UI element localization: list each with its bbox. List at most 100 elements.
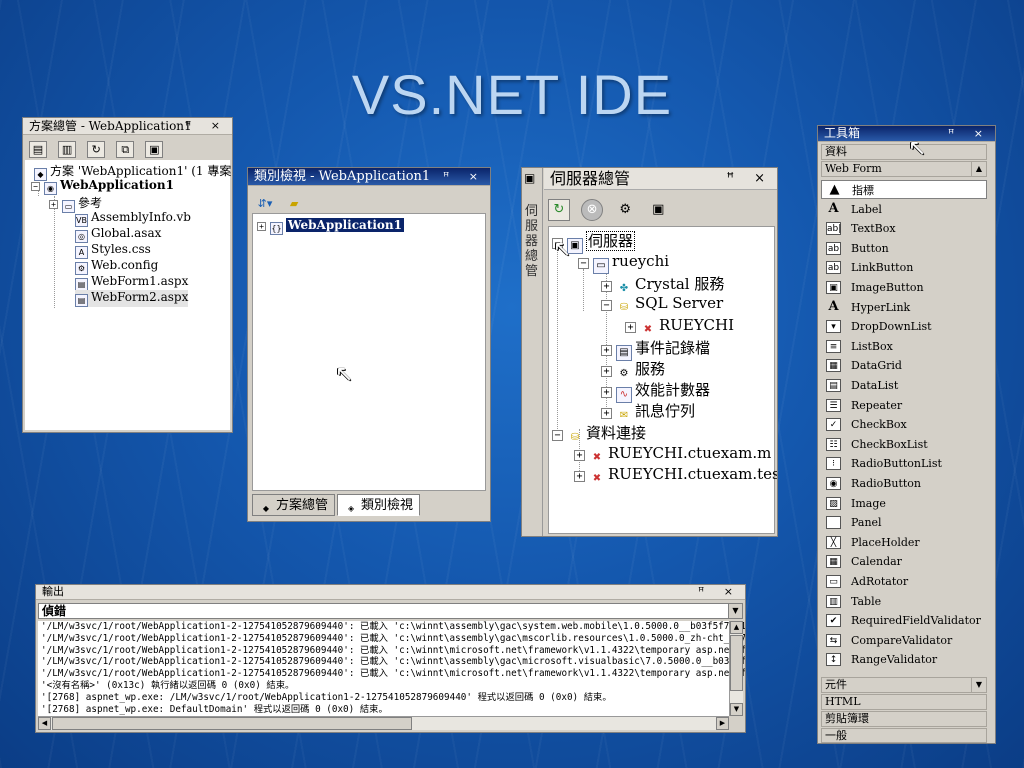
- tree-item-computer[interactable]: − ▭ rueychi: [578, 252, 669, 274]
- scroll-up-icon[interactable]: ▲: [971, 162, 986, 176]
- tree-item-db-connection[interactable]: + ✖ RUEYCHI.ctuexam.tes: [574, 465, 777, 488]
- toolbox-item[interactable]: ▲ 指標: [821, 180, 987, 199]
- server-explorer-side-tab[interactable]: ▣ 伺服器總管: [522, 168, 543, 536]
- expand-icon[interactable]: +: [574, 450, 585, 461]
- collapse-icon[interactable]: −: [31, 182, 40, 191]
- pin-close-controls[interactable]: ꟸ ×: [726, 168, 773, 190]
- tree-item-sql-server[interactable]: − ⛁ SQL Server: [601, 294, 723, 317]
- copy-project-icon[interactable]: ⧉: [116, 141, 135, 158]
- scroll-thumb[interactable]: [730, 635, 743, 691]
- tree-item-project[interactable]: +{} WebApplication1: [257, 218, 404, 235]
- toolbox-item[interactable]: ▨ Image: [821, 494, 987, 513]
- toolbox-item[interactable]: ▦ Calendar: [821, 552, 987, 571]
- expand-icon[interactable]: +: [574, 471, 585, 482]
- pin-close-controls[interactable]: ꟸ ×: [185, 118, 228, 134]
- scroll-down-icon[interactable]: ▼: [730, 703, 743, 716]
- expand-icon[interactable]: +: [625, 322, 636, 333]
- toolbox-item[interactable]: ☷ CheckBoxList: [821, 435, 987, 454]
- toolbox-item[interactable]: A Label: [821, 200, 987, 219]
- toolbox-item[interactable]: ▣ ImageButton: [821, 278, 987, 297]
- class-view-tabs: ◆ 方案總管 ◈ 類別檢視: [252, 494, 422, 518]
- compare-validator-icon: ⇆: [826, 633, 841, 647]
- pin-close-controls[interactable]: ꟸ ×: [443, 168, 486, 185]
- toolbox-item[interactable]: ⇆ CompareValidator: [821, 631, 987, 650]
- collapse-icon[interactable]: −: [578, 258, 589, 269]
- toolbox-item-label: TextBox: [851, 222, 896, 236]
- toolbox-item-label: RadioButtonList: [851, 457, 942, 471]
- toolbox-item[interactable]: ◉ RadioButton: [821, 474, 987, 493]
- tree-item-file[interactable]: A Styles.css: [75, 242, 151, 259]
- expand-icon[interactable]: +: [257, 222, 266, 231]
- mouse-cursor-icon: ↖: [335, 362, 354, 387]
- collapse-icon[interactable]: −: [601, 300, 612, 311]
- toolbox-item[interactable]: ab Button: [821, 239, 987, 258]
- toolbox-tab-web-form[interactable]: Web Form ▲: [821, 161, 987, 177]
- output-source-dropdown[interactable]: 偵錯 ▼: [38, 603, 743, 619]
- toolbox-tab-data[interactable]: 資料: [821, 144, 987, 160]
- toolbox-item[interactable]: ≡ ListBox: [821, 337, 987, 356]
- show-all-files-icon[interactable]: ▥: [58, 141, 77, 158]
- vertical-scrollbar[interactable]: ▲ ▼: [729, 621, 743, 716]
- toolbox-item[interactable]: ✔ RequiredFieldValidator: [821, 611, 987, 630]
- scroll-thumb[interactable]: [52, 717, 412, 730]
- stop-icon[interactable]: ⊗: [581, 199, 604, 221]
- refresh-icon[interactable]: ↻: [87, 141, 106, 158]
- solution-explorer-titlebar[interactable]: 方案總管 - WebApplication1 ꟸ ×: [23, 118, 232, 135]
- toolbox-item[interactable]: ✓ CheckBox: [821, 415, 987, 434]
- tree-item-project[interactable]: − ◉ WebApplication1: [31, 178, 174, 195]
- pin-close-controls[interactable]: ꟸ ×: [948, 126, 991, 141]
- toolbox-item[interactable]: ▥ Table: [821, 592, 987, 611]
- connect-server-icon[interactable]: ▣: [647, 200, 669, 222]
- connect-database-icon[interactable]: ⚙: [614, 200, 636, 222]
- expand-icon[interactable]: +: [601, 387, 612, 398]
- tree-item-file[interactable]: ▤ WebForm1.aspx: [75, 274, 188, 291]
- toolbox-item[interactable]: ▤ DataList: [821, 376, 987, 395]
- scroll-left-icon[interactable]: ◀: [38, 717, 51, 730]
- output-titlebar[interactable]: 輸出 ꟸ ×: [36, 585, 745, 600]
- refresh-icon[interactable]: ↻: [548, 199, 570, 221]
- collapse-icon[interactable]: −: [552, 430, 563, 441]
- toolbox-item[interactable]: ↕ RangeValidator: [821, 650, 987, 669]
- pin-close-controls[interactable]: ꟸ ×: [698, 585, 741, 599]
- tree-item-file[interactable]: ⚙ Web.config: [75, 258, 158, 275]
- tree-item-file[interactable]: VB AssemblyInfo.vb: [75, 210, 191, 227]
- chevron-down-icon[interactable]: ▼: [728, 604, 742, 618]
- expand-icon[interactable]: +: [49, 200, 58, 209]
- toolbox-item[interactable]: ab LinkButton: [821, 258, 987, 277]
- expand-icon[interactable]: +: [601, 408, 612, 419]
- server-explorer-titlebar[interactable]: 伺服器總管 ꟸ ×: [544, 168, 777, 190]
- expand-icon[interactable]: +: [601, 345, 612, 356]
- toolbox-item[interactable]: Panel: [821, 513, 987, 532]
- toolbox-tab-general[interactable]: 一般: [821, 728, 987, 743]
- expand-icon[interactable]: +: [601, 366, 612, 377]
- view-designer-icon[interactable]: ▣: [145, 141, 164, 158]
- tree-item-db-connection[interactable]: + ✖ RUEYCHI.ctuexam.m: [574, 444, 771, 467]
- toolbox-item[interactable]: ▾ DropDownList: [821, 317, 987, 336]
- tree-item-file-selected[interactable]: ▤ WebForm2.aspx: [75, 290, 189, 307]
- tab-class-view[interactable]: ◈ 類別檢視: [337, 494, 421, 516]
- expand-icon[interactable]: +: [601, 281, 612, 292]
- toolbox-item[interactable]: ▭ AdRotator: [821, 572, 987, 591]
- tree-item-sql-instance[interactable]: + ✖ RUEYCHI: [625, 316, 734, 339]
- tab-solution-explorer[interactable]: ◆ 方案總管: [252, 494, 336, 516]
- scroll-up-icon[interactable]: ▲: [730, 621, 743, 634]
- toolbox-item[interactable]: ☰ Repeater: [821, 396, 987, 415]
- horizontal-scrollbar[interactable]: ◀ ▶: [38, 716, 729, 730]
- class-view-titlebar[interactable]: 類別檢視 - WebApplication1 ꟸ ×: [248, 168, 490, 186]
- toolbox-titlebar[interactable]: 工具箱 ꟸ ×: [818, 126, 995, 142]
- scroll-down-icon[interactable]: ▼: [971, 678, 986, 692]
- new-folder-icon[interactable]: ▰: [285, 196, 303, 213]
- sort-by-type-icon[interactable]: ⇵▾: [256, 196, 274, 213]
- output-text-area[interactable]: '/LM/w3svc/1/root/WebApplication1-2-1275…: [38, 621, 745, 716]
- toolbox-tab-clipboard-ring[interactable]: 剪貼簿環: [821, 711, 987, 727]
- tree-item-file[interactable]: ◎ Global.asax: [75, 226, 161, 243]
- toolbox-tab-components[interactable]: 元件 ▼: [821, 677, 987, 693]
- toolbox-item[interactable]: ab| TextBox: [821, 219, 987, 238]
- scroll-right-icon[interactable]: ▶: [716, 717, 729, 730]
- toolbox-item[interactable]: ▦ DataGrid: [821, 356, 987, 375]
- toolbox-item[interactable]: ╳ PlaceHolder: [821, 533, 987, 552]
- toolbox-item[interactable]: A HyperLink: [821, 298, 987, 317]
- toolbox-tab-html[interactable]: HTML: [821, 694, 987, 710]
- properties-icon[interactable]: ▤: [29, 141, 47, 158]
- toolbox-item[interactable]: ⁝ RadioButtonList: [821, 454, 987, 473]
